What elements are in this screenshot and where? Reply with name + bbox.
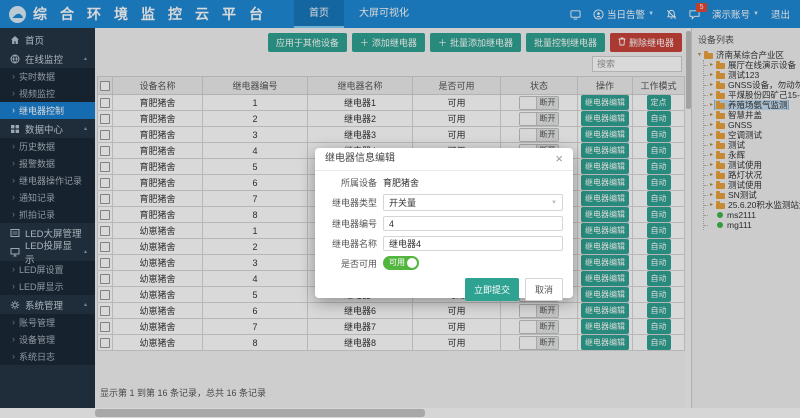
device-field-value: 育肥猪舍 <box>383 176 419 189</box>
relay-type-value: 开关量 <box>389 196 416 209</box>
available-toggle-label: 可用 <box>389 258 405 267</box>
app-window: ☁ 综合环境监控云平台 首页大屏可视化 当日告警 ▼ 5 演示账号 ▼ <box>0 0 800 418</box>
device-field-label: 所属设备 <box>325 176 377 189</box>
modal-footer: 立即提交 取消 <box>315 275 573 301</box>
close-icon[interactable]: × <box>555 148 563 170</box>
relay-number-input[interactable] <box>383 216 563 231</box>
relay-type-select[interactable]: 开关量 ▼ <box>383 194 563 211</box>
submit-button[interactable]: 立即提交 <box>465 278 519 301</box>
toggle-knob <box>407 258 417 268</box>
relay-name-input[interactable] <box>383 236 563 251</box>
name-field-label: 继电器名称 <box>325 237 377 250</box>
type-field-label: 继电器类型 <box>325 196 377 209</box>
modal-body: 所属设备 育肥猪舍 继电器类型 开关量 ▼ 继电器编号 继电器名称 是否可用 <box>315 171 573 270</box>
modal-header: 继电器信息编辑 × <box>315 148 573 171</box>
cancel-button[interactable]: 取消 <box>525 278 563 301</box>
available-field-label: 是否可用 <box>325 257 377 270</box>
relay-edit-modal: 继电器信息编辑 × 所属设备 育肥猪舍 继电器类型 开关量 ▼ 继电器编号 继电… <box>315 148 573 298</box>
horizontal-scrollbar-thumb[interactable] <box>95 409 425 417</box>
modal-title: 继电器信息编辑 <box>325 148 395 170</box>
chevron-down-icon: ▼ <box>551 200 557 206</box>
available-toggle[interactable]: 可用 <box>383 256 419 270</box>
number-field-label: 继电器编号 <box>325 217 377 230</box>
horizontal-scrollbar[interactable] <box>0 408 800 418</box>
